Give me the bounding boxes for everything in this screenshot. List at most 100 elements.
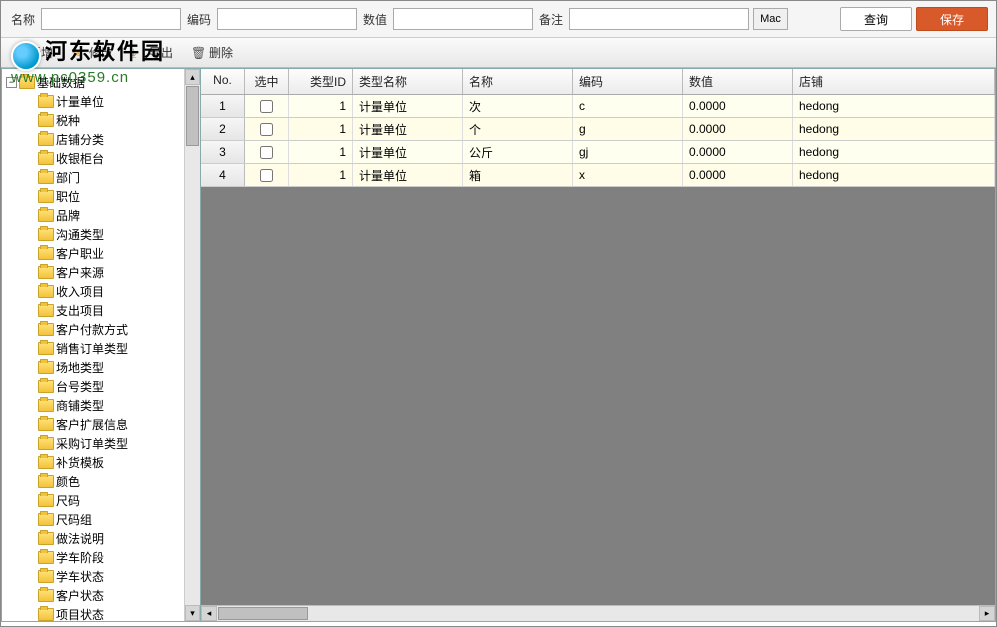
col-shop[interactable]: 店铺 (793, 69, 995, 94)
tree-item[interactable]: 颜色 (34, 472, 184, 491)
col-type-name[interactable]: 类型名称 (353, 69, 463, 94)
scroll-right-icon[interactable]: ▸ (979, 606, 995, 621)
tree-item[interactable]: 客户职业 (34, 244, 184, 263)
grid-hscrollbar[interactable]: ◂ ▸ (201, 605, 995, 621)
tree-item-label: 品牌 (56, 207, 80, 224)
cell-no: 2 (201, 118, 245, 140)
code-label: 编码 (185, 11, 213, 28)
cell-sel[interactable] (245, 141, 289, 163)
cell-sel[interactable] (245, 118, 289, 140)
col-sel[interactable]: 选中 (245, 69, 289, 94)
grid-header: No. 选中 类型ID 类型名称 名称 编码 数值 店铺 (201, 69, 995, 95)
row-checkbox[interactable] (260, 146, 273, 159)
tree-item[interactable]: 客户扩展信息 (34, 415, 184, 434)
cell-sel[interactable] (245, 95, 289, 117)
tree-item[interactable]: 采购订单类型 (34, 434, 184, 453)
save-button[interactable]: 保存 (916, 7, 988, 31)
export-button[interactable]: ⤓ 导出 (131, 44, 173, 61)
tree-item[interactable]: 做法说明 (34, 529, 184, 548)
cell-sel[interactable] (245, 164, 289, 186)
tree-item[interactable]: 台号类型 (34, 377, 184, 396)
folder-icon (38, 380, 54, 393)
edit-button[interactable]: ✎ 修改 (71, 44, 113, 61)
cell-num: 0.0000 (683, 164, 793, 186)
folder-icon (38, 342, 54, 355)
scroll-thumb-h[interactable] (218, 607, 308, 620)
folder-icon (38, 437, 54, 450)
collapse-icon[interactable]: − (6, 77, 17, 88)
tree-item[interactable]: 职位 (34, 187, 184, 206)
note-input[interactable] (569, 8, 749, 30)
scroll-up-icon[interactable]: ▴ (185, 69, 200, 85)
num-label: 数值 (361, 11, 389, 28)
tree-item[interactable]: 客户来源 (34, 263, 184, 282)
tree-item[interactable]: 客户状态 (34, 586, 184, 605)
cell-num: 0.0000 (683, 141, 793, 163)
tree-item[interactable]: 店铺分类 (34, 130, 184, 149)
table-row[interactable]: 31计量单位公斤gj0.0000hedong (201, 141, 995, 164)
tree-body[interactable]: − 基础数据 计量单位税种店铺分类收银柜台部门职位品牌沟通类型客户职业客户来源收… (2, 69, 184, 621)
tree-item[interactable]: 沟通类型 (34, 225, 184, 244)
tree-item[interactable]: 项目状态 (34, 605, 184, 621)
tree-root-node[interactable]: − 基础数据 (2, 73, 184, 92)
folder-icon (38, 95, 54, 108)
tree-item-label: 客户状态 (56, 587, 104, 604)
tree-item[interactable]: 客户付款方式 (34, 320, 184, 339)
folder-icon (38, 570, 54, 583)
scroll-down-icon[interactable]: ▾ (185, 605, 200, 621)
pencil-icon: ✎ (71, 46, 85, 60)
name-input[interactable] (41, 8, 181, 30)
query-button[interactable]: 查询 (840, 7, 912, 31)
tree-item[interactable]: 尺码组 (34, 510, 184, 529)
scroll-thumb[interactable] (186, 86, 199, 146)
new-button[interactable]: ＋ 新增 (11, 44, 53, 61)
tree-item[interactable]: 学车阶段 (34, 548, 184, 567)
mac-button[interactable]: Mac (753, 8, 788, 30)
folder-icon (38, 399, 54, 412)
cell-no: 1 (201, 95, 245, 117)
table-row[interactable]: 11计量单位次c0.0000hedong (201, 95, 995, 118)
tree-item[interactable]: 支出项目 (34, 301, 184, 320)
col-num[interactable]: 数值 (683, 69, 793, 94)
scroll-left-icon[interactable]: ◂ (201, 606, 217, 621)
col-no[interactable]: No. (201, 69, 245, 94)
export-icon: ⤓ (131, 46, 145, 60)
row-checkbox[interactable] (260, 169, 273, 182)
col-code[interactable]: 编码 (573, 69, 683, 94)
tree-item[interactable]: 商铺类型 (34, 396, 184, 415)
tree-item-label: 部门 (56, 169, 80, 186)
cell-type-id: 1 (289, 141, 353, 163)
table-row[interactable]: 41计量单位箱x0.0000hedong (201, 164, 995, 187)
folder-icon (38, 266, 54, 279)
tree-item[interactable]: 收银柜台 (34, 149, 184, 168)
tree-item[interactable]: 计量单位 (34, 92, 184, 111)
tree-item[interactable]: 学车状态 (34, 567, 184, 586)
code-input[interactable] (217, 8, 357, 30)
tree-item[interactable]: 补货模板 (34, 453, 184, 472)
folder-icon (38, 513, 54, 526)
cell-shop: hedong (793, 164, 995, 186)
table-row[interactable]: 21计量单位个g0.0000hedong (201, 118, 995, 141)
num-input[interactable] (393, 8, 533, 30)
delete-button[interactable]: 🗑 删除 (191, 44, 233, 61)
folder-icon (38, 532, 54, 545)
tree-item[interactable]: 尺码 (34, 491, 184, 510)
tree-vscrollbar[interactable]: ▴ ▾ (184, 69, 200, 621)
tree-item[interactable]: 部门 (34, 168, 184, 187)
tree-item-label: 场地类型 (56, 359, 104, 376)
col-type-id[interactable]: 类型ID (289, 69, 353, 94)
row-checkbox[interactable] (260, 100, 273, 113)
tree-item[interactable]: 税种 (34, 111, 184, 130)
grid-panel: No. 选中 类型ID 类型名称 名称 编码 数值 店铺 11计量单位次c0.0… (201, 68, 996, 622)
folder-icon (38, 171, 54, 184)
grid-body[interactable]: 11计量单位次c0.0000hedong21计量单位个g0.0000hedong… (201, 95, 995, 605)
tree-item[interactable]: 场地类型 (34, 358, 184, 377)
tree-item[interactable]: 收入项目 (34, 282, 184, 301)
tree-item[interactable]: 销售订单类型 (34, 339, 184, 358)
tree-item-label: 店铺分类 (56, 131, 104, 148)
row-checkbox[interactable] (260, 123, 273, 136)
cell-type-id: 1 (289, 95, 353, 117)
col-name[interactable]: 名称 (463, 69, 573, 94)
tree-item[interactable]: 品牌 (34, 206, 184, 225)
cell-name: 箱 (463, 164, 573, 186)
